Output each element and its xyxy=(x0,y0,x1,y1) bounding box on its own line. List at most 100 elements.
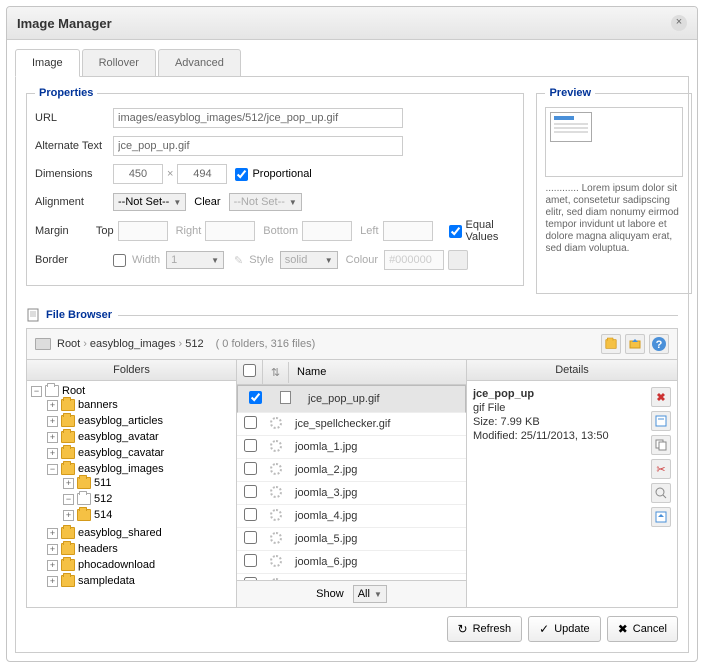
x-icon: ✖ xyxy=(618,622,628,636)
border-checkbox[interactable] xyxy=(113,254,126,267)
file-checkbox[interactable] xyxy=(244,531,257,544)
titlebar: Image Manager × xyxy=(7,7,697,40)
file-checkbox[interactable] xyxy=(244,508,257,521)
show-bar: Show All▼ xyxy=(237,580,466,607)
file-row[interactable]: joomla_5.jpg xyxy=(237,528,466,551)
proportional-checkbox[interactable] xyxy=(235,168,248,181)
refresh-button[interactable]: ↻Refresh xyxy=(447,616,523,642)
delete-button[interactable]: ✖ xyxy=(651,387,671,407)
equal-label: Equal Values xyxy=(466,219,516,243)
folders-header: Folders xyxy=(27,360,236,381)
file-checkbox[interactable] xyxy=(244,462,257,475)
chevron-down-icon: ▼ xyxy=(374,590,382,599)
detail-filename: jce_pop_up xyxy=(473,387,645,401)
update-button[interactable]: ✓Update xyxy=(528,616,601,642)
loading-icon xyxy=(270,440,282,452)
margin-left-label: Left xyxy=(360,225,378,237)
upload-button[interactable] xyxy=(625,334,645,354)
tree-item[interactable]: +easyblog_articles xyxy=(47,415,232,427)
file-checkbox[interactable] xyxy=(244,485,257,498)
margin-right-input[interactable] xyxy=(205,221,255,241)
path-bar: Root›easyblog_images›512 ( 0 folders, 31… xyxy=(27,329,677,360)
cancel-button[interactable]: ✖Cancel xyxy=(607,616,678,642)
file-row[interactable]: joomla_3.jpg xyxy=(237,482,466,505)
detail-size: Size: 7.99 KB xyxy=(473,415,645,429)
file-checkbox[interactable] xyxy=(244,439,257,452)
tree-subitem[interactable]: +514 xyxy=(63,509,232,521)
tab-rollover[interactable]: Rollover xyxy=(82,49,156,77)
document-icon xyxy=(26,308,40,322)
margin-bottom-label: Bottom xyxy=(263,225,298,237)
url-input[interactable] xyxy=(113,108,403,128)
tab-advanced[interactable]: Advanced xyxy=(158,49,241,77)
name-header[interactable]: Name xyxy=(289,362,466,382)
border-width-select[interactable]: 1▼ xyxy=(166,251,224,269)
tree-subitem[interactable]: −512 xyxy=(63,493,232,505)
select-all-checkbox[interactable] xyxy=(243,364,256,377)
filebrowser-header: File Browser xyxy=(26,308,678,322)
crumb-root[interactable]: Root xyxy=(57,338,80,350)
margin-top-label: Top xyxy=(96,225,114,237)
tree-item[interactable]: +headers xyxy=(47,543,232,555)
tree-item[interactable]: +phocadownload xyxy=(47,559,232,571)
clear-select[interactable]: --Not Set--▼ xyxy=(229,193,302,211)
loading-icon xyxy=(270,532,282,544)
svg-text:?: ? xyxy=(656,339,663,351)
margin-bottom-input[interactable] xyxy=(302,221,352,241)
file-row[interactable]: jce_spellchecker.gif xyxy=(237,413,466,436)
file-row[interactable]: joomla_1.jpg xyxy=(237,436,466,459)
crumb-2[interactable]: 512 xyxy=(185,338,203,350)
tree-root[interactable]: −Root xyxy=(31,385,232,397)
details-text: jce_pop_up gif File Size: 7.99 KB Modifi… xyxy=(473,387,645,601)
zoom-button[interactable] xyxy=(651,483,671,503)
tree-item[interactable]: +easyblog_cavatar xyxy=(47,447,232,459)
tree-subitem[interactable]: +511 xyxy=(63,477,232,489)
file-row[interactable]: joomla_6.jpg xyxy=(237,551,466,574)
close-icon[interactable]: × xyxy=(671,15,687,31)
chevron-down-icon: ▼ xyxy=(325,256,333,265)
loading-icon xyxy=(270,509,282,521)
file-checkbox[interactable] xyxy=(244,416,257,429)
equal-checkbox[interactable] xyxy=(449,225,462,238)
properties-legend: Properties xyxy=(35,87,97,99)
file-checkbox[interactable] xyxy=(244,554,257,567)
tree-item[interactable]: +banners xyxy=(47,399,232,411)
file-row[interactable]: joomla_4.jpg xyxy=(237,505,466,528)
rename-button[interactable] xyxy=(651,411,671,431)
tab-image[interactable]: Image xyxy=(15,49,80,77)
folder-tree: −Root +banners +easyblog_articles +easyblo… xyxy=(27,381,236,607)
chevron-down-icon: ▼ xyxy=(173,198,181,207)
check-icon: ✓ xyxy=(539,622,549,636)
dim-x: × xyxy=(167,168,173,180)
tree-item[interactable]: −easyblog_images xyxy=(47,463,232,475)
copy-button[interactable] xyxy=(651,435,671,455)
tree-item[interactable]: +easyblog_shared xyxy=(47,527,232,539)
page-icon xyxy=(280,391,291,404)
colour-picker-icon[interactable] xyxy=(448,250,468,270)
width-input[interactable] xyxy=(113,164,163,184)
new-folder-button[interactable] xyxy=(601,334,621,354)
tree-item[interactable]: +sampledata xyxy=(47,575,232,587)
margin-top-input[interactable] xyxy=(118,221,168,241)
file-row[interactable]: joomla_2.jpg xyxy=(237,459,466,482)
border-style-select[interactable]: solid▼ xyxy=(280,251,338,269)
show-select[interactable]: All▼ xyxy=(353,585,387,603)
crumb-1[interactable]: easyblog_images xyxy=(90,338,176,350)
alignment-select[interactable]: --Not Set--▼ xyxy=(113,193,186,211)
cut-button[interactable]: ✂ xyxy=(651,459,671,479)
insert-button[interactable] xyxy=(651,507,671,527)
details-header: Details xyxy=(467,360,677,381)
tree-item[interactable]: +easyblog_avatar xyxy=(47,431,232,443)
height-input[interactable] xyxy=(177,164,227,184)
file-row[interactable]: jce_pop_up.gif xyxy=(237,385,466,413)
sort-icon[interactable]: ⇅ xyxy=(271,367,280,379)
file-checkbox[interactable] xyxy=(249,391,262,404)
align-label: Alignment xyxy=(35,196,113,208)
alt-input[interactable] xyxy=(113,136,403,156)
loading-icon xyxy=(270,555,282,567)
name-header-row: ⇅ Name xyxy=(237,360,466,385)
help-button[interactable]: ? xyxy=(649,334,669,354)
border-colour-input[interactable] xyxy=(384,250,444,270)
refresh-icon: ↻ xyxy=(458,622,468,636)
margin-left-input[interactable] xyxy=(383,221,433,241)
